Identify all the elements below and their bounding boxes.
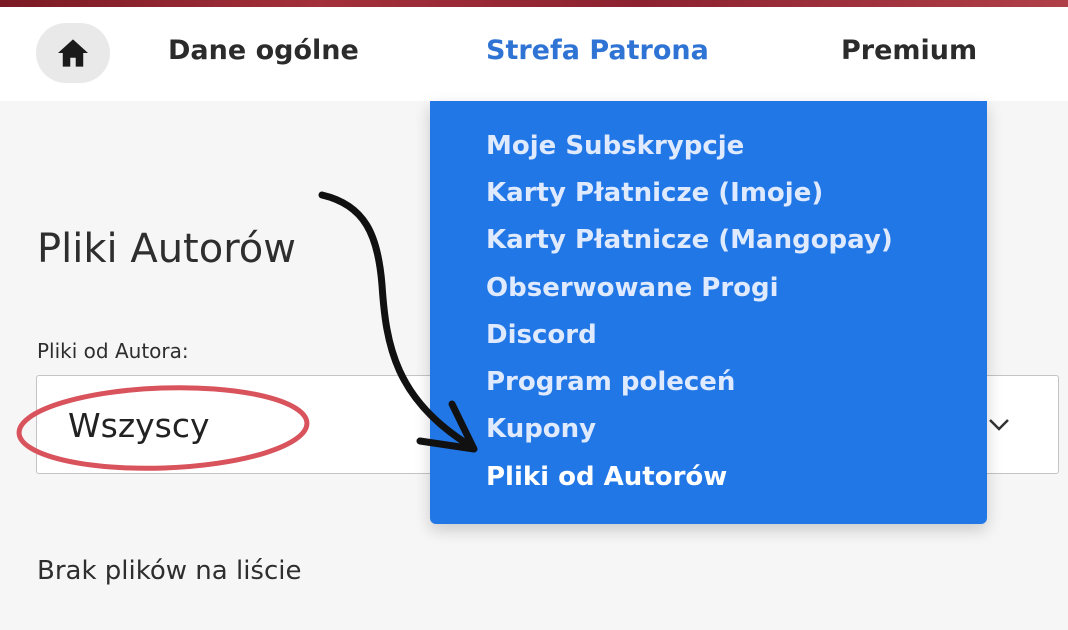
menu-item-coupons[interactable]: Kupony — [486, 414, 596, 444]
author-filter-value: Wszyscy — [68, 406, 210, 445]
nav-item-patron-zone[interactable]: Strefa Patrona — [486, 35, 709, 66]
menu-item-cards-mangopay[interactable]: Karty Płatnicze (Mangopay) — [486, 225, 893, 255]
nav-item-general[interactable]: Dane ogólne — [168, 35, 359, 66]
home-icon — [58, 39, 88, 67]
nav-item-premium[interactable]: Premium — [841, 35, 977, 66]
page-title: Pliki Autorów — [37, 226, 296, 272]
menu-item-subscriptions[interactable]: Moje Subskrypcje — [486, 131, 744, 161]
home-button[interactable] — [36, 23, 110, 83]
menu-item-discord[interactable]: Discord — [486, 320, 597, 350]
menu-item-author-files[interactable]: Pliki od Autorów — [486, 462, 727, 492]
top-navbar: Dane ogólne Strefa Patrona Premium — [0, 7, 1068, 101]
menu-item-cards-imoje[interactable]: Karty Płatnicze (Imoje) — [486, 178, 823, 208]
empty-list-message: Brak plików na liście — [37, 556, 302, 586]
author-filter-label: Pliki od Autora: — [37, 339, 189, 363]
top-banner-strip — [0, 0, 1068, 7]
patron-zone-dropdown: Moje Subskrypcje Karty Płatnicze (Imoje)… — [430, 101, 987, 524]
chevron-down-icon — [989, 419, 1009, 431]
menu-item-referral-program[interactable]: Program poleceń — [486, 367, 735, 397]
menu-item-watched-tiers[interactable]: Obserwowane Progi — [486, 273, 779, 303]
